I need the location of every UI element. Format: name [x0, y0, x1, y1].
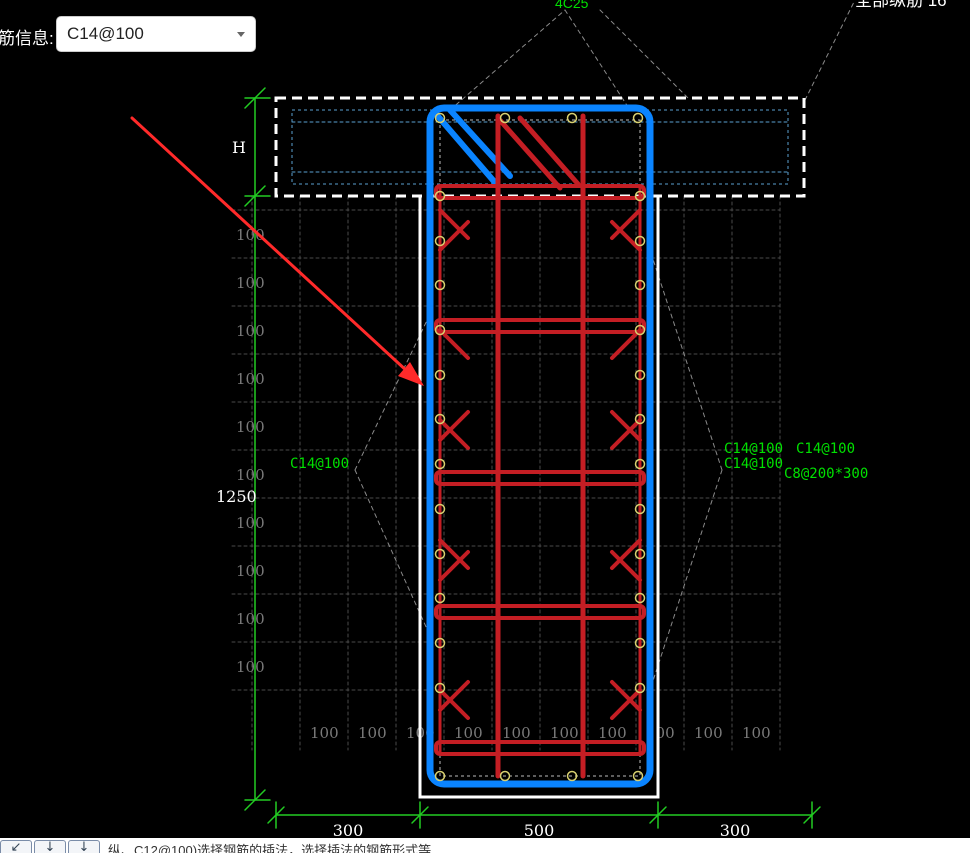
guide-line [649, 249, 723, 471]
status-bar: ↙ ↓ ↓ 纵、C12@100)选择钢筋的插法，选择插法的钢筋形式等 [0, 838, 970, 853]
left-stirrup-label: C14@100 [290, 456, 349, 472]
grid-label: 100 [598, 724, 627, 742]
top-rebar-label: 4C25 [555, 0, 589, 11]
guide-line [449, 9, 566, 111]
grid-label: 100 [236, 562, 265, 580]
right-stirrup-label: C14@100 [724, 441, 783, 457]
rebar-info-dropdown[interactable]: C14@100 [56, 16, 256, 52]
guide-line [564, 9, 631, 111]
draw-diagonal-button[interactable]: ↙ [0, 840, 32, 853]
rebar-info-value: C14@100 [67, 24, 144, 43]
grid-label: 100 [310, 724, 339, 742]
dim-bottom-right: 300 [720, 821, 751, 838]
rebar-point [566, 112, 578, 124]
grid-label: 100 [236, 274, 265, 292]
grid-label: 100 [236, 370, 265, 388]
height-label: H [232, 138, 246, 157]
grid-label: 100 [236, 610, 265, 628]
flange-inner-outline [291, 109, 789, 185]
guide-line [804, 0, 856, 101]
grid-label: 100 [236, 466, 265, 484]
rebar-editor-window: 100 100 100 100 100 100 100 100 100 100 100 100 100 1… [0, 0, 970, 853]
dim-bottom-left: 300 [333, 821, 364, 838]
rebar-point [632, 112, 644, 124]
cad-drawing-canvas[interactable]: 100 100 100 100 100 100 100 100 100 100 100 100 100 1… [0, 0, 970, 838]
horizontal-tie [434, 318, 646, 334]
grid-label: 100 [550, 724, 579, 742]
chevron-down-icon [237, 32, 245, 37]
right-stirrup-label: C14@100 [724, 456, 783, 472]
grid-label: 100 [502, 724, 531, 742]
grid-label: 100 [236, 658, 265, 676]
rebar-point [499, 112, 511, 124]
horizontal-tie [434, 184, 646, 200]
guide-line [599, 9, 691, 101]
grid-label: 100 [358, 724, 387, 742]
grid-label: 100 [694, 724, 723, 742]
rebar-info-label: 筋信息: [0, 29, 54, 48]
dim-bottom-mid: 500 [524, 821, 555, 838]
draw-vertical-button[interactable]: ↓ [34, 840, 66, 853]
grid-label: 100 [236, 418, 265, 436]
grid-label: 100 [236, 514, 265, 532]
grid-label: 100 [742, 724, 771, 742]
flange-outline [274, 96, 806, 198]
grid-label: 100 [454, 724, 483, 742]
right-tie-label: C8@200*300 [784, 466, 868, 482]
right-stirrup-label: C14@100 [796, 441, 855, 457]
top-right-label: 全部纵筋 16 [855, 0, 947, 10]
status-hint-text: 纵、C12@100)选择钢筋的插法，选择插法的钢筋形式等 [108, 843, 432, 853]
grid-label: 100 [236, 322, 265, 340]
guide-line [649, 469, 723, 691]
draw-vertical-alt-button[interactable]: ↓ [68, 840, 100, 853]
pointer-arrow-shaft [130, 116, 410, 374]
dim-total-height: 1250 [216, 487, 257, 506]
